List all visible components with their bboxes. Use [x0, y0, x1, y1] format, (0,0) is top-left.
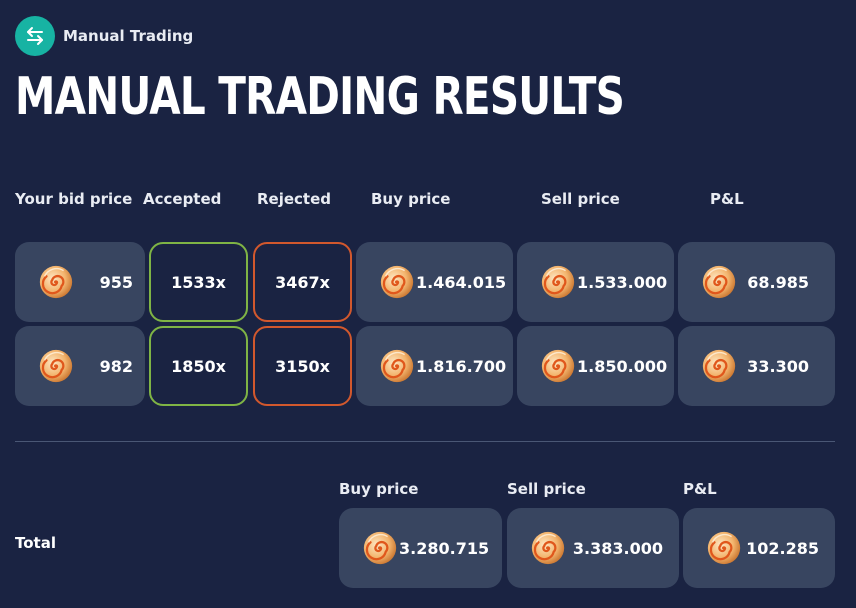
- pnl-cell: 68.985: [678, 242, 835, 322]
- section-label: Manual Trading: [63, 27, 194, 45]
- sell-price-cell: 1.533.000: [517, 242, 674, 322]
- column-header-buy: Buy price: [371, 190, 451, 208]
- pnl-value: 68.985: [747, 272, 809, 292]
- bid-price-cell: 982: [15, 326, 145, 406]
- column-header-bid: Your bid price: [15, 190, 133, 208]
- buy-price-value: 1.816.700: [416, 356, 507, 376]
- accepted-value: 1850x: [171, 356, 226, 376]
- seashell-icon: [700, 263, 738, 301]
- column-header-sell: Sell price: [541, 190, 620, 208]
- seashell-icon: [529, 529, 567, 567]
- buy-price-cell: 1.816.700: [356, 326, 513, 406]
- sell-price-cell: 1.850.000: [517, 326, 674, 406]
- bid-price-value: 982: [99, 356, 133, 376]
- total-sell-value: 3.383.000: [572, 538, 663, 558]
- total-pnl-value: 102.285: [746, 538, 819, 558]
- total-header-buy: Buy price: [339, 480, 419, 498]
- buy-price-cell: 1.464.015: [356, 242, 513, 322]
- seashell-icon: [37, 263, 75, 301]
- rejected-cell: 3150x: [253, 326, 352, 406]
- bid-price-cell: 955: [15, 242, 145, 322]
- total-sell-cell: 3.383.000: [507, 508, 679, 588]
- rejected-value: 3467x: [275, 272, 330, 292]
- pnl-value: 33.300: [747, 356, 809, 376]
- seashell-icon: [361, 529, 399, 567]
- seashell-icon: [700, 347, 738, 385]
- seashell-icon: [37, 347, 75, 385]
- seashell-icon: [378, 263, 416, 301]
- bid-price-value: 955: [99, 272, 133, 292]
- seashell-icon: [378, 347, 416, 385]
- page-title: MANUAL TRADING RESULTS: [15, 67, 625, 127]
- sell-price-value: 1.533.000: [577, 272, 668, 292]
- total-pnl-cell: 102.285: [683, 508, 835, 588]
- column-header-rejected: Rejected: [257, 190, 332, 208]
- total-label: Total: [15, 534, 56, 552]
- seashell-icon: [705, 529, 743, 567]
- swap-arrows-icon: [15, 16, 55, 56]
- accepted-cell: 1850x: [149, 326, 248, 406]
- column-header-accepted: Accepted: [143, 190, 222, 208]
- seashell-icon: [539, 347, 577, 385]
- rejected-value: 3150x: [275, 356, 330, 376]
- total-header-sell: Sell price: [507, 480, 586, 498]
- total-buy-cell: 3.280.715: [339, 508, 502, 588]
- accepted-cell: 1533x: [149, 242, 248, 322]
- total-buy-value: 3.280.715: [399, 538, 490, 558]
- section-divider: [15, 441, 835, 442]
- seashell-icon: [539, 263, 577, 301]
- buy-price-value: 1.464.015: [416, 272, 507, 292]
- total-header-pnl: P&L: [683, 480, 717, 498]
- column-header-pnl: P&L: [710, 190, 744, 208]
- pnl-cell: 33.300: [678, 326, 835, 406]
- rejected-cell: 3467x: [253, 242, 352, 322]
- sell-price-value: 1.850.000: [577, 356, 668, 376]
- accepted-value: 1533x: [171, 272, 226, 292]
- section-badge: Manual Trading: [15, 16, 193, 56]
